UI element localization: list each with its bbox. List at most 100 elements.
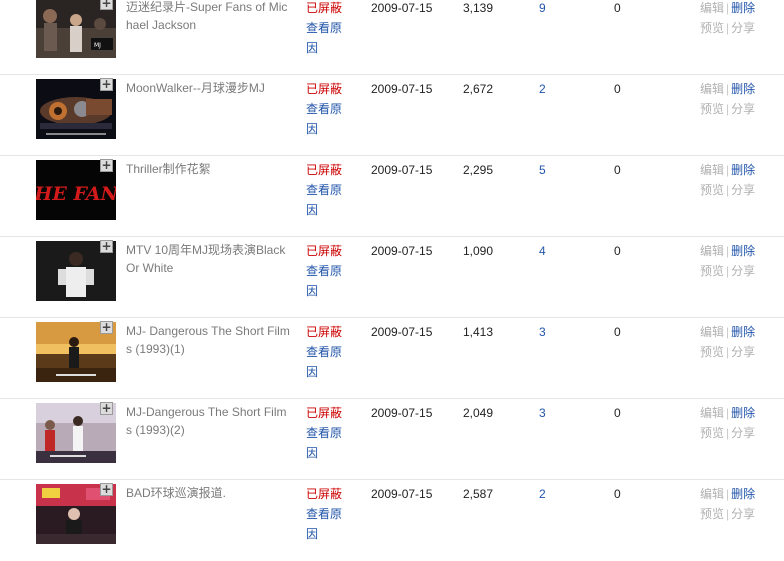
edit-link[interactable]: 编辑	[700, 82, 724, 96]
video-title[interactable]: MJ- Dangerous The Short Films (1993)(1)	[126, 322, 291, 358]
favorite-count: 0	[614, 82, 621, 96]
upload-date: 2009-07-15	[371, 82, 433, 96]
comment-count-link[interactable]: 4	[539, 241, 546, 261]
delete-link[interactable]: 删除	[731, 1, 755, 15]
row-actions-secondary: 预览 | 分享	[700, 504, 755, 524]
play-count: 2,049	[463, 406, 494, 420]
row-actions-primary: 编辑 | 删除	[700, 322, 755, 342]
preview-link[interactable]: 预览	[700, 264, 724, 278]
share-link[interactable]: 分享	[731, 183, 755, 197]
video-row: THE FANS + Thriller制作花絮 已屏蔽 查看原因 2009-07…	[0, 156, 784, 237]
view-reason-link[interactable]: 查看原因	[306, 180, 346, 220]
add-to-playlist-button[interactable]: +	[100, 402, 113, 415]
view-reason-link[interactable]: 查看原因	[306, 342, 346, 382]
edit-link[interactable]: 编辑	[700, 163, 724, 177]
video-title[interactable]: MTV 10周年MJ现场表演Black Or White	[126, 241, 291, 277]
comment-count-link[interactable]: 3	[539, 322, 546, 342]
play-count: 3,139	[463, 1, 494, 15]
play-count: 2,672	[463, 82, 494, 96]
view-reason-link[interactable]: 查看原因	[306, 504, 346, 544]
edit-link[interactable]: 编辑	[700, 406, 724, 420]
share-link[interactable]: 分享	[731, 426, 755, 440]
view-reason-link[interactable]: 查看原因	[306, 423, 346, 463]
row-actions-secondary: 预览 | 分享	[700, 18, 755, 38]
video-row: MJ + 迈迷纪录片-Super Fans of Michael Jackson…	[0, 0, 784, 75]
delete-link[interactable]: 删除	[731, 487, 755, 501]
add-to-playlist-button[interactable]: +	[100, 78, 113, 91]
favorite-count: 0	[614, 325, 621, 339]
delete-link[interactable]: 删除	[731, 406, 755, 420]
add-to-playlist-button[interactable]: +	[100, 321, 113, 334]
row-actions-secondary: 预览 | 分享	[700, 99, 755, 119]
edit-link[interactable]: 编辑	[700, 1, 724, 15]
delete-link[interactable]: 删除	[731, 163, 755, 177]
row-actions-primary: 编辑 | 删除	[700, 160, 755, 180]
video-title[interactable]: MJ-Dangerous The Short Films (1993)(2)	[126, 403, 291, 439]
row-actions-primary: 编辑 | 删除	[700, 484, 755, 504]
share-link[interactable]: 分享	[731, 102, 755, 116]
upload-date: 2009-07-15	[371, 487, 433, 501]
preview-link[interactable]: 预览	[700, 426, 724, 440]
upload-date: 2009-07-15	[371, 406, 433, 420]
add-to-playlist-button[interactable]: +	[100, 159, 113, 172]
view-reason-link[interactable]: 查看原因	[306, 261, 346, 301]
upload-date: 2009-07-15	[371, 1, 433, 15]
blocked-status: 已屏蔽	[306, 244, 343, 258]
video-row: + BAD环球巡演报道. 已屏蔽 查看原因 2009-07-15 2,587 2…	[0, 480, 784, 561]
video-title[interactable]: MoonWalker--月球漫步MJ	[126, 79, 291, 97]
video-row: + MTV 10周年MJ现场表演Black Or White 已屏蔽 查看原因 …	[0, 237, 784, 318]
play-count: 1,090	[463, 244, 494, 258]
edit-link[interactable]: 编辑	[700, 487, 724, 501]
video-title[interactable]: BAD环球巡演报道.	[126, 484, 291, 502]
video-row: + MJ-Dangerous The Short Films (1993)(2)…	[0, 399, 784, 480]
blocked-status: 已屏蔽	[306, 406, 343, 420]
blocked-status: 已屏蔽	[306, 82, 343, 96]
upload-date: 2009-07-15	[371, 325, 433, 339]
edit-link[interactable]: 编辑	[700, 244, 724, 258]
add-to-playlist-button[interactable]: +	[100, 483, 113, 496]
add-to-playlist-button[interactable]: +	[100, 0, 113, 10]
favorite-count: 0	[614, 1, 621, 15]
play-count: 2,587	[463, 487, 494, 501]
play-count: 2,295	[463, 163, 494, 177]
delete-link[interactable]: 删除	[731, 244, 755, 258]
add-to-playlist-button[interactable]: +	[100, 240, 113, 253]
blocked-status: 已屏蔽	[306, 163, 343, 177]
upload-date: 2009-07-15	[371, 244, 433, 258]
blocked-status: 已屏蔽	[306, 325, 343, 339]
preview-link[interactable]: 预览	[700, 345, 724, 359]
row-actions-primary: 编辑 | 删除	[700, 79, 755, 99]
comment-count-link[interactable]: 9	[539, 0, 546, 18]
view-reason-link[interactable]: 查看原因	[306, 18, 346, 58]
play-count: 1,413	[463, 325, 494, 339]
video-title[interactable]: 迈迷纪录片-Super Fans of Michael Jackson	[126, 0, 291, 34]
comment-count-link[interactable]: 2	[539, 484, 546, 504]
comment-count-link[interactable]: 3	[539, 403, 546, 423]
edit-link[interactable]: 编辑	[700, 325, 724, 339]
upload-date: 2009-07-15	[371, 163, 433, 177]
video-list: MJ + 迈迷纪录片-Super Fans of Michael Jackson…	[0, 0, 784, 559]
delete-link[interactable]: 删除	[731, 82, 755, 96]
preview-link[interactable]: 预览	[700, 507, 724, 521]
preview-link[interactable]: 预览	[700, 102, 724, 116]
share-link[interactable]: 分享	[731, 507, 755, 521]
share-link[interactable]: 分享	[731, 264, 755, 278]
share-link[interactable]: 分享	[731, 21, 755, 35]
video-title[interactable]: Thriller制作花絮	[126, 160, 291, 178]
row-actions-secondary: 预览 | 分享	[700, 423, 755, 443]
blocked-status: 已屏蔽	[306, 1, 343, 15]
share-link[interactable]: 分享	[731, 345, 755, 359]
row-actions-primary: 编辑 | 删除	[700, 241, 755, 261]
view-reason-link[interactable]: 查看原因	[306, 99, 346, 139]
row-actions-primary: 编辑 | 删除	[700, 0, 755, 18]
favorite-count: 0	[614, 244, 621, 258]
row-actions-secondary: 预览 | 分享	[700, 180, 755, 200]
delete-link[interactable]: 删除	[731, 325, 755, 339]
favorite-count: 0	[614, 163, 621, 177]
comment-count-link[interactable]: 2	[539, 79, 546, 99]
row-actions-primary: 编辑 | 删除	[700, 403, 755, 423]
comment-count-link[interactable]: 5	[539, 160, 546, 180]
favorite-count: 0	[614, 406, 621, 420]
preview-link[interactable]: 预览	[700, 183, 724, 197]
preview-link[interactable]: 预览	[700, 21, 724, 35]
